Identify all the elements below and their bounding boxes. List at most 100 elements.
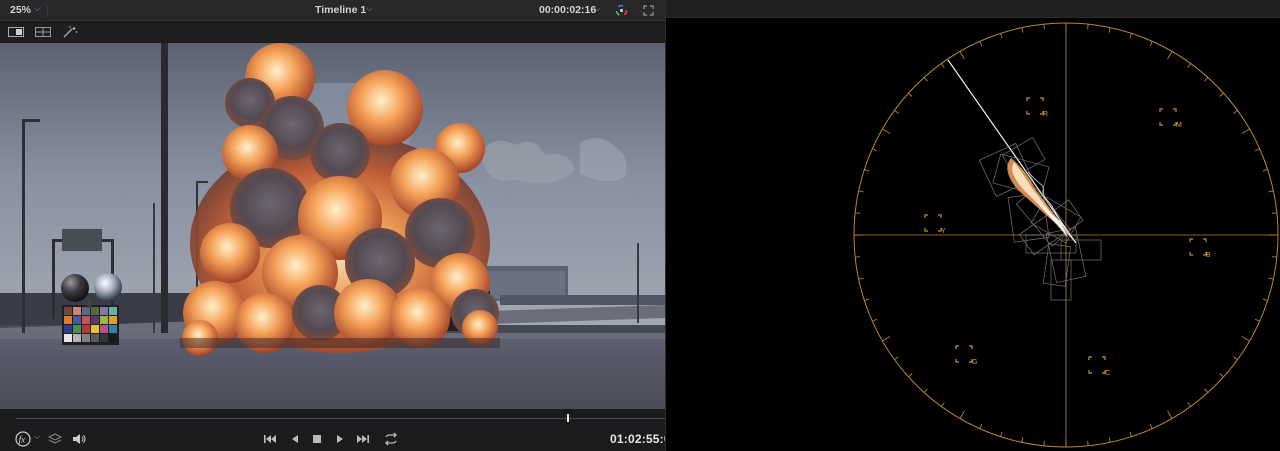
target-label: G — [972, 359, 977, 366]
graticule-tick — [1262, 169, 1268, 172]
color-wheel-icon[interactable] — [615, 4, 628, 17]
graticule-tick — [1129, 33, 1132, 39]
graticule-tick — [1000, 33, 1003, 39]
header-divider — [47, 5, 48, 17]
graticule-tick — [1204, 77, 1209, 82]
layers-icon[interactable] — [48, 432, 62, 446]
target-y: Y — [924, 214, 946, 235]
viewer-toolbar — [0, 23, 665, 42]
graticule-tick — [941, 63, 945, 68]
chevron-down-icon[interactable]: ⌵ — [366, 3, 373, 14]
graticule-tick — [894, 110, 899, 114]
target-label: Y — [941, 228, 946, 235]
target-label: C — [1105, 370, 1110, 377]
viewer-image[interactable] — [0, 43, 665, 409]
graticule-tick — [1254, 148, 1260, 152]
graticule-tick — [1268, 190, 1274, 193]
playhead[interactable] — [566, 414, 569, 422]
graticule-tick — [1021, 27, 1024, 33]
graticule-tick — [1108, 437, 1111, 443]
graticule-tick — [1043, 440, 1045, 446]
graticule-tick — [1149, 41, 1153, 47]
graticule-tick — [1241, 128, 1250, 134]
target-b: B — [1189, 238, 1211, 259]
graticule-tick — [882, 336, 891, 342]
graticule-tick — [1271, 212, 1277, 214]
single-viewer-icon[interactable] — [8, 26, 24, 38]
graticule-tick — [1129, 431, 1132, 437]
graticule-tick — [979, 423, 983, 429]
vectorscope-graticule: R M Y B G C — [853, 22, 1279, 448]
graticule-tick — [1219, 373, 1224, 378]
stop-icon[interactable] — [310, 432, 324, 446]
graticule-tick — [1087, 440, 1089, 446]
graticule-tick — [923, 77, 928, 82]
split-viewer-icon[interactable] — [35, 26, 51, 38]
graticule-tick — [1108, 27, 1111, 33]
graticule-tick — [1167, 51, 1173, 60]
graticule-tick — [941, 402, 945, 407]
graticule-tick — [959, 410, 965, 419]
chrome-ball — [94, 273, 122, 301]
vectorscope-targets: R M Y B G C — [924, 97, 1211, 377]
graticule-tick — [872, 148, 878, 152]
timeline-scrubber[interactable] — [0, 409, 665, 427]
skip-to-start-icon[interactable] — [263, 432, 277, 446]
timeline-name-dropdown[interactable]: Timeline 1 — [315, 4, 366, 16]
graticule-tick — [855, 212, 861, 214]
graticule-tick — [959, 51, 965, 60]
play-reverse-icon[interactable] — [288, 432, 302, 446]
graticule-tick — [858, 277, 864, 280]
graticule-tick — [1204, 388, 1209, 393]
target-m: M — [1159, 108, 1182, 129]
graticule-tick — [979, 41, 983, 47]
chevron-down-icon[interactable]: ⌵ — [34, 432, 40, 442]
graticule-tick — [1254, 318, 1260, 322]
graticule-tick — [908, 92, 913, 97]
graticule-tick — [1043, 24, 1045, 30]
record-timecode: 01:02:55:0 — [610, 432, 671, 446]
graticule-tick — [1000, 431, 1003, 437]
graticule-tick — [1268, 277, 1274, 280]
graticule-tick — [1219, 92, 1224, 97]
target-label: R — [1043, 111, 1048, 118]
graticule-tick — [1167, 410, 1173, 419]
speaker-icon[interactable] — [72, 432, 86, 446]
vectorscope-panel: R M Y B G C — [666, 0, 1280, 451]
fx-icon[interactable]: fx — [15, 431, 31, 447]
zoom-level-dropdown[interactable]: 25% — [10, 4, 31, 16]
graticule-tick — [1149, 423, 1153, 429]
graticule-tick — [908, 373, 913, 378]
graticule-tick — [1087, 24, 1089, 30]
magic-wand-icon[interactable] — [62, 26, 78, 38]
source-timecode[interactable]: 00:00:02:16 — [539, 4, 596, 16]
graticule-tick — [864, 169, 870, 172]
chevron-down-icon[interactable]: ⌵ — [594, 3, 601, 14]
graticule-tick — [1241, 336, 1250, 342]
graticule-tick — [1187, 402, 1191, 407]
gray-ball — [61, 274, 89, 302]
graticule-tick — [1187, 63, 1191, 68]
graticule-tick — [1233, 110, 1238, 114]
play-icon[interactable] — [333, 432, 347, 446]
graticule-tick — [1233, 356, 1238, 360]
transport-bar: fx ⌵ 01:02:55:0 — [0, 427, 671, 451]
target-label: M — [1176, 122, 1182, 129]
graticule-tick — [894, 356, 899, 360]
viewer-header: 25% ⌵ Timeline 1 ⌵ 00:00:02:16 ⌵ — [0, 0, 665, 23]
target-label: B — [1206, 252, 1211, 259]
loop-icon[interactable] — [383, 432, 399, 446]
target-r: R — [1026, 97, 1048, 118]
target-g: G — [955, 345, 977, 366]
graticule-tick — [1271, 256, 1277, 258]
skip-to-end-icon[interactable] — [356, 432, 370, 446]
explosion-frame-image — [0, 43, 665, 409]
graticule-tick — [872, 318, 878, 322]
graticule-tick — [1262, 298, 1268, 301]
vectorscope-trace — [947, 59, 1102, 301]
graticule-tick — [858, 190, 864, 193]
expand-icon[interactable] — [643, 5, 654, 16]
graticule-tick — [864, 298, 870, 301]
graticule-tick — [882, 128, 891, 134]
chevron-down-icon[interactable]: ⌵ — [34, 3, 41, 14]
